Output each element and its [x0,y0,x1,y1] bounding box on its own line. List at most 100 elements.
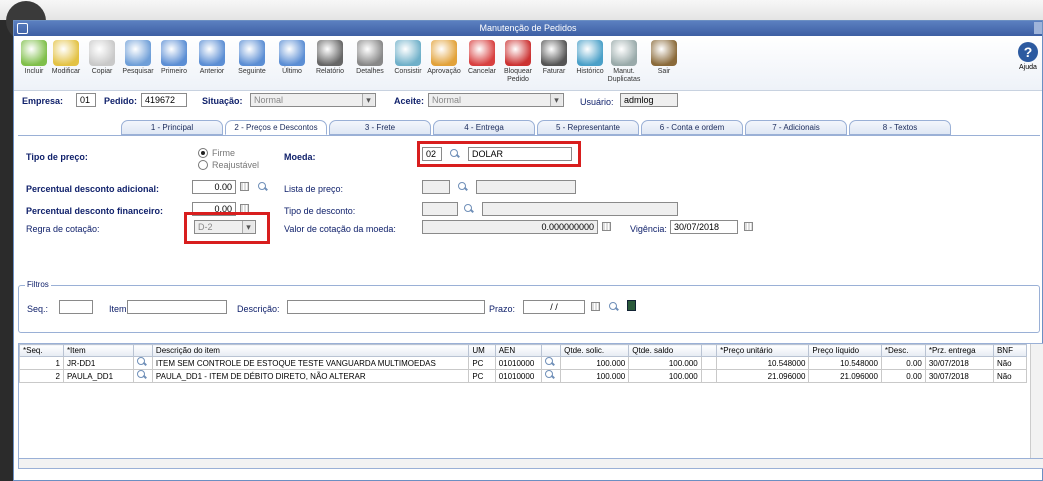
perc-adicional-field[interactable]: 0.00 [192,180,236,194]
grid-vertical-scrollbar[interactable] [1030,344,1043,462]
table-cell: 100.000 [560,356,630,370]
table-row[interactable]: 1 JR-DD1 ITEM SEM CONTROLE DE ESTOQUE TEST… [19,356,1028,370]
tipo-desconto-name-field [482,202,678,216]
lista-preco-search-icon[interactable] [458,182,468,192]
pedido-field[interactable]: 419672 [141,93,187,107]
column-header[interactable]: *Seq. [19,344,64,357]
table-cell: PAULA_DD1 - ITEM DE DÉBITO DIRETO, NÃO A… [151,369,470,383]
column-header[interactable]: Preço líquido [808,344,882,357]
toolbar-button-printer[interactable]: Relatório [312,38,348,76]
close-icon[interactable] [1034,22,1042,34]
toolbar-button-edit[interactable]: Modificar [48,38,84,76]
tab-8[interactable]: 8 - Textos [849,120,951,135]
firme-radio[interactable] [198,148,208,158]
valor-cotacao-calc-icon[interactable] [602,222,611,231]
toolbar-button-copy[interactable]: Copiar [84,38,120,76]
column-header[interactable]: Descrição do item [151,344,470,357]
toolbar-button-label: Anterior [199,68,225,75]
table-cell: 01010000 [494,356,543,370]
column-header[interactable]: Qtde. solic. [560,344,630,357]
column-header[interactable]: *Preço unitário [716,344,810,357]
tipo-preco-label: Tipo de preço: [26,152,88,162]
column-header[interactable]: AEN [494,344,543,357]
tab-6[interactable]: 6 - Conta e ordem [641,120,743,135]
tipo-desconto-code-field[interactable] [422,202,458,216]
tab-4[interactable]: 4 - Entrega [433,120,535,135]
toolbar-button-search[interactable]: Pesquisar [120,38,156,76]
tab-5[interactable]: 5 - Representante [537,120,639,135]
row-calc-icon[interactable] [700,356,718,370]
details-icon [357,40,383,66]
filter-seq-input[interactable] [59,300,93,314]
items-table: *Seq. *Item Descrição do item UM AEN Qtde. so… [19,344,1028,383]
help-button[interactable]: ? Ajuda [1018,40,1038,71]
perc-adicional-search-icon[interactable] [258,182,268,192]
reajustavel-radio[interactable] [198,160,208,170]
vigencia-label: Vigência: [630,224,667,234]
column-header[interactable] [133,344,153,357]
table-row[interactable]: 2 PAULA_DD1 PAULA_DD1 - ITEM DE DÉBITO DIR… [19,369,1028,383]
toolbar-button-add[interactable]: Incluir [16,38,52,76]
toolbar-button-cancel[interactable]: Cancelar [464,38,500,76]
tab-1[interactable]: 1 - Principal [121,120,223,135]
situacao-select[interactable]: Normal [250,93,376,107]
toolbar-button-approval[interactable]: Aprovação [426,38,462,76]
row-search-icon[interactable] [133,369,153,383]
tab-7[interactable]: 7 - Adicionais [745,120,847,135]
toolbar-button-invoice[interactable]: Faturar [536,38,572,76]
filter-prazo-input[interactable]: / / [523,300,585,314]
column-header[interactable]: BNF [992,344,1028,357]
column-header[interactable]: *Prz. entrega [924,344,994,357]
table-cell: 0.00 [880,356,926,370]
situacao-label: Situação: [202,96,243,106]
toolbar-button-block[interactable]: Bloquear Pedido [500,38,536,84]
tab-2[interactable]: 2 - Preços e Descontos [225,120,327,135]
column-header[interactable] [700,344,718,357]
approval-icon [431,40,457,66]
grid-horizontal-scrollbar[interactable] [18,458,1043,469]
column-header[interactable]: *Desc. [880,344,926,357]
column-header[interactable] [541,344,562,357]
filter-item-input[interactable] [127,300,227,314]
row-search-icon[interactable] [541,369,562,383]
column-header[interactable]: UM [468,344,496,357]
toolbar-button-next[interactable]: Seguinte [234,38,270,76]
toolbar-button-previous[interactable]: Anterior [194,38,230,76]
empresa-field[interactable]: 01 [76,93,96,107]
toolbar-button-first[interactable]: Primeiro [156,38,192,76]
perc-adicional-calc-icon[interactable] [240,182,249,191]
table-cell: Não [992,369,1028,383]
toolbar-button-exit[interactable]: Sair [646,38,682,76]
toolbar-button-label: Modificar [51,68,81,75]
lista-preco-code-field[interactable] [422,180,450,194]
filters-legend: Filtros [25,280,51,289]
toolbar-button-label: Faturar [542,68,566,75]
vigencia-calendar-icon[interactable] [744,222,753,231]
invoice-icon [541,40,567,66]
tipo-desconto-search-icon[interactable] [464,204,474,214]
aceite-select[interactable]: Normal [428,93,564,107]
valor-cotacao-label: Valor de cotação da moeda: [284,224,396,234]
toolbar-button-label: Detalhes [356,68,384,75]
table-cell: 21.096000 [716,369,810,383]
toolbar-button-duplicates[interactable]: Manut. Duplicatas [606,38,642,84]
vigencia-field[interactable]: 30/07/2018 [670,220,738,234]
system-menu-icon[interactable] [17,23,28,34]
toolbar-button-details[interactable]: Detalhes [352,38,388,76]
empresa-label: Empresa: [22,96,64,106]
filter-descricao-input[interactable] [287,300,485,314]
toolbar-button-last[interactable]: Último [274,38,310,76]
table-cell: 10.548000 [808,356,882,370]
column-header[interactable]: *Item [62,344,135,357]
filter-search-icon[interactable] [609,302,619,312]
row-search-icon[interactable] [541,356,562,370]
toolbar-button-history[interactable]: Histórico [572,38,608,76]
toolbar-button-validate[interactable]: Consistir [390,38,426,76]
tab-3[interactable]: 3 - Frete [329,120,431,135]
filter-prazo-calendar-icon[interactable] [591,302,600,311]
filter-clear-icon[interactable] [627,300,636,311]
column-header[interactable]: Qtde. saldo [628,344,702,357]
reajustavel-radio-label: Reajustável [212,160,260,170]
row-calc-icon[interactable] [700,369,718,383]
row-search-icon[interactable] [133,356,153,370]
